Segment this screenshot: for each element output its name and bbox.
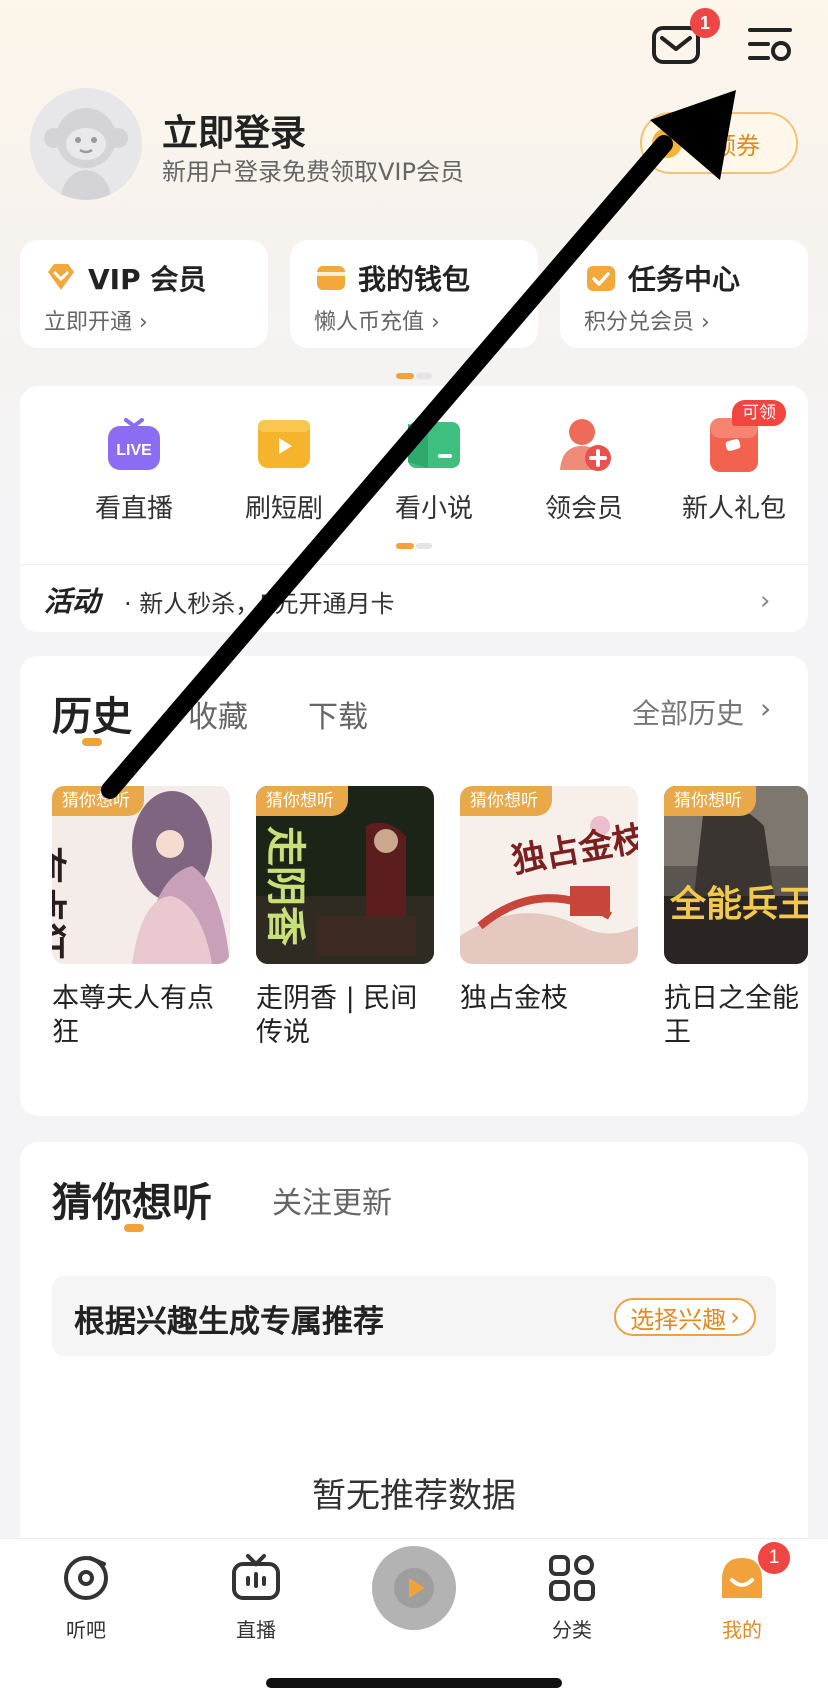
feature-short-drama-label: 刷短剧 — [244, 494, 323, 524]
login-title[interactable]: 立即登录 — [162, 104, 306, 156]
play-icon — [394, 1568, 434, 1608]
tab-follow-updates[interactable]: 关注更新 — [272, 1178, 392, 1222]
live-icon: LIVE — [104, 414, 164, 474]
history-book[interactable]: 走阴香 猜你想听 走阴香 | 民间传说 — [256, 786, 434, 1050]
tab-indicator — [82, 738, 102, 746]
nav-listen[interactable]: 听吧 — [26, 1552, 146, 1643]
nav-listen-label: 听吧 — [66, 1618, 106, 1642]
nav-category[interactable]: 分类 — [512, 1552, 632, 1643]
history-book[interactable]: 独占金枝 猜你想听 独占金枝 — [460, 786, 638, 1016]
notification-badge: 1 — [758, 1542, 790, 1574]
activity-banner[interactable]: · 新人秒杀，5元开通月卡 — [124, 584, 395, 619]
home-indicator — [266, 1678, 562, 1688]
cover-title: 走阴香 — [262, 826, 309, 946]
settings-icon[interactable] — [746, 22, 796, 66]
nav-mine-label: 我的 — [722, 1618, 762, 1642]
cover-tag: 猜你想听 — [460, 786, 552, 816]
choose-interest-button[interactable]: 选择兴趣 › — [614, 1298, 756, 1336]
task-card-sub: 积分兑会员 › — [584, 310, 710, 335]
chevron-right-icon[interactable]: › — [760, 692, 771, 725]
live-icon-text: LIVE — [116, 442, 152, 459]
member-icon — [554, 414, 614, 474]
nav-category-label: 分类 — [552, 1618, 592, 1642]
wallet-card[interactable]: 我的钱包 懒人币充值 › — [290, 240, 538, 348]
feature-short-drama[interactable]: 刷短剧 — [214, 414, 354, 525]
tab-favorites[interactable]: 收藏 — [188, 692, 248, 736]
disc-icon — [60, 1552, 112, 1604]
feature-gift[interactable]: 新人礼包 — [664, 414, 804, 525]
cover-tag: 猜你想听 — [664, 786, 756, 816]
wallet-icon — [314, 260, 348, 294]
choose-interest-label: 选择兴趣 — [630, 1305, 727, 1334]
login-subtitle: 新用户登录免费领取VIP会员 — [162, 158, 464, 186]
empty-state-text: 暂无推荐数据 — [312, 1476, 516, 1516]
history-book[interactable]: 有点狂 猜你想听 本尊夫人有点狂 — [52, 786, 230, 1050]
short-drama-icon — [254, 414, 314, 474]
vip-card-title: VIP 会员 — [88, 263, 207, 296]
page-indicator — [396, 364, 432, 379]
cover-tag: 猜你想听 — [256, 786, 348, 816]
interest-text: 根据兴趣生成专属推荐 — [74, 1304, 384, 1340]
vip-diamond-icon — [44, 260, 78, 294]
coin-icon: ¥ — [652, 128, 682, 158]
task-card-title: 任务中心 — [628, 263, 741, 296]
book-cover: 有点狂 猜你想听 — [52, 786, 230, 964]
cover-tag: 猜你想听 — [52, 786, 144, 816]
feature-live-label: 看直播 — [94, 494, 173, 524]
book-cover: 独占金枝 猜你想听 — [460, 786, 638, 964]
grid-icon — [546, 1552, 598, 1604]
divider — [20, 564, 808, 565]
tab-downloads[interactable]: 下载 — [308, 692, 368, 736]
feature-page-indicator — [396, 534, 432, 549]
feature-novel-label: 看小说 — [394, 494, 473, 524]
feature-novel[interactable]: 看小说 — [364, 414, 504, 525]
chevron-right-icon: › — [730, 1303, 740, 1331]
book-cover: 全能兵王 猜你想听 — [664, 786, 808, 964]
task-calendar-icon — [584, 260, 618, 294]
tv-icon — [230, 1552, 282, 1604]
feature-gift-label: 新人礼包 — [681, 494, 786, 524]
tab-guess-you-like[interactable]: 猜你想听 — [52, 1170, 212, 1228]
mail-badge: 1 — [690, 8, 720, 38]
novel-book-icon — [404, 414, 464, 474]
tab-history[interactable]: 历史 — [52, 684, 132, 742]
play-button[interactable] — [372, 1546, 456, 1630]
book-title: 走阴香 | 民间传说 — [256, 983, 418, 1048]
activity-tag: 活动 — [44, 585, 101, 618]
avatar[interactable] — [30, 88, 142, 200]
feature-get-vip-label: 领会员 — [544, 494, 623, 524]
wallet-card-title: 我的钱包 — [358, 263, 471, 296]
tab-indicator — [124, 1224, 144, 1232]
feature-get-vip[interactable]: 领会员 — [514, 414, 654, 525]
vip-card[interactable]: VIP 会员 立即开通 › — [20, 240, 268, 348]
book-title: 独占金枝 — [460, 983, 568, 1014]
book-cover: 走阴香 猜你想听 — [256, 786, 434, 964]
chevron-right-icon[interactable]: › — [760, 586, 770, 616]
history-book[interactable]: 全能兵王 猜你想听 抗日之全能王 — [664, 786, 828, 1050]
checkin-coupon-button[interactable]: ¥ 到领券 — [640, 112, 798, 174]
cover-title: 有点狂 — [52, 846, 70, 960]
nav-live[interactable]: 直播 — [196, 1552, 316, 1643]
book-title: 抗日之全能王 — [664, 983, 799, 1048]
vip-card-sub: 立即开通 › — [44, 310, 148, 335]
book-title: 本尊夫人有点狂 — [52, 983, 214, 1048]
claim-tag: 可领 — [732, 400, 786, 426]
wallet-card-sub: 懒人币充值 › — [314, 310, 440, 335]
nav-live-label: 直播 — [236, 1618, 276, 1642]
feature-live[interactable]: LIVE 看直播 — [64, 414, 204, 525]
checkin-label: 到领券 — [688, 131, 760, 160]
all-history-link[interactable]: 全部历史 — [632, 692, 744, 732]
cover-title: 全能兵王 — [669, 883, 808, 925]
task-center-card[interactable]: 任务中心 积分兑会员 › — [560, 240, 808, 348]
